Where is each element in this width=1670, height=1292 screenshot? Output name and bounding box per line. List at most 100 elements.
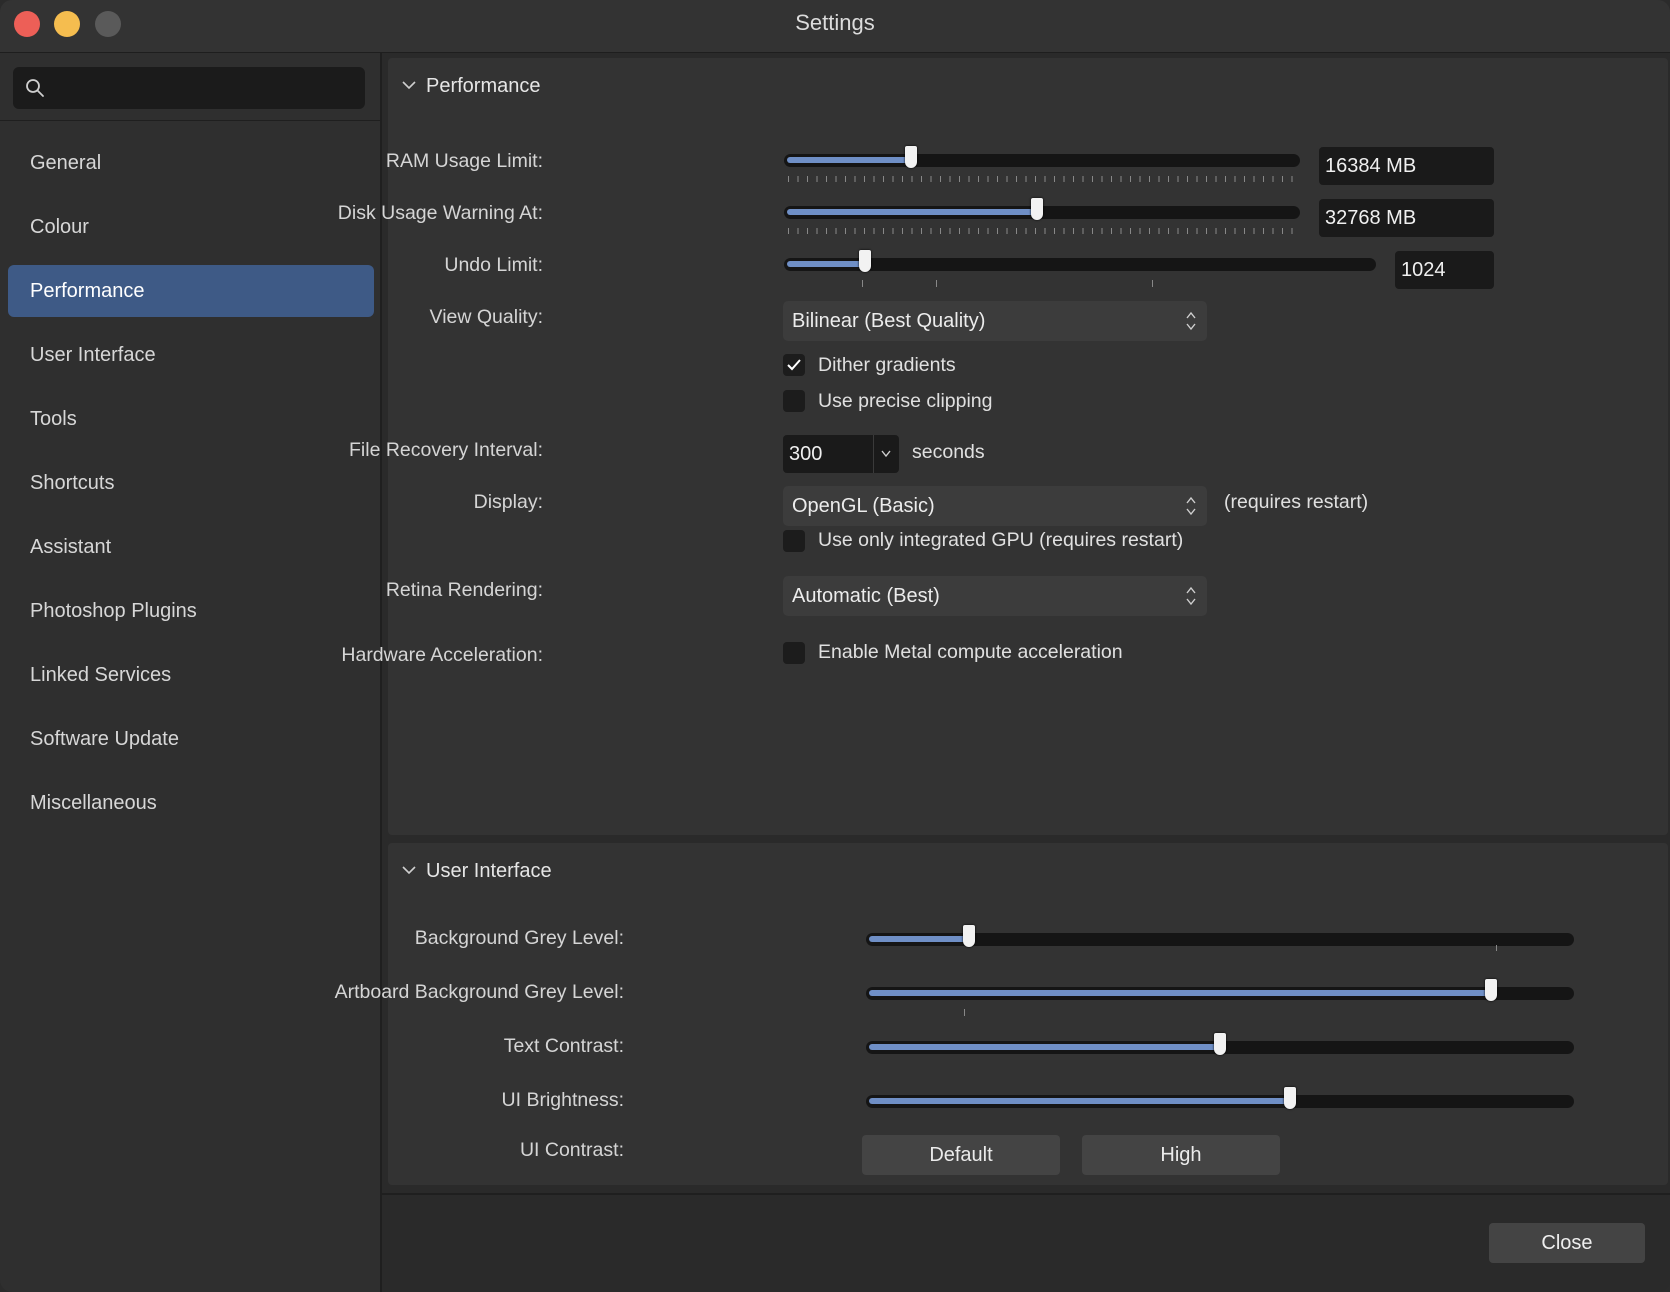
- slider-ticks: [788, 228, 1296, 234]
- slider-fill: [787, 157, 911, 163]
- sidebar-item-miscellaneous[interactable]: Miscellaneous: [8, 777, 374, 829]
- precise-clipping-checkbox[interactable]: [783, 390, 805, 412]
- performance-panel: Performance RAM Usage Limit: 16384 MB Di…: [338, 58, 1668, 835]
- sidebar-item-general[interactable]: General: [8, 137, 374, 189]
- ram-usage-label: RAM Usage Limit:: [385, 150, 543, 172]
- file-recovery-label: File Recovery Interval:: [349, 439, 543, 461]
- user-interface-section-header[interactable]: User Interface: [402, 856, 552, 886]
- up-down-arrows-icon: [1186, 311, 1196, 331]
- sidebar-item-shortcuts[interactable]: Shortcuts: [8, 457, 374, 509]
- text-contrast-slider[interactable]: [866, 1033, 1574, 1055]
- display-label: Display:: [473, 491, 543, 513]
- chevron-down-icon: [402, 81, 416, 89]
- display-restart-note: (requires restart): [1224, 491, 1369, 513]
- file-recovery-dropdown-button[interactable]: [873, 435, 898, 473]
- sidebar-item-software-update[interactable]: Software Update: [8, 713, 374, 765]
- slider-thumb[interactable]: [859, 250, 871, 272]
- retina-rendering-label: Retina Rendering:: [385, 579, 543, 601]
- slider-ticks: [788, 176, 1296, 182]
- sidebar-nav: General Colour Performance User Interfac…: [8, 137, 374, 841]
- checkmark-icon: [787, 359, 801, 371]
- slider-tick: [936, 280, 937, 287]
- artboard-grey-label: Artboard Background Grey Level:: [334, 981, 624, 1003]
- sidebar-item-assistant[interactable]: Assistant: [8, 521, 374, 573]
- chevron-down-icon: [402, 866, 416, 874]
- retina-rendering-value: Automatic (Best): [792, 585, 940, 607]
- slider-fill: [787, 261, 865, 267]
- file-recovery-value[interactable]: 300: [783, 435, 871, 473]
- metal-compute-checkbox[interactable]: [783, 642, 805, 664]
- background-grey-label: Background Grey Level:: [414, 927, 624, 949]
- slider-thumb[interactable]: [1485, 979, 1497, 1001]
- ui-contrast-label: UI Contrast:: [519, 1139, 624, 1161]
- sidebar-item-performance[interactable]: Performance: [8, 265, 374, 317]
- view-quality-value: Bilinear (Best Quality): [792, 310, 986, 332]
- undo-limit-slider[interactable]: [784, 250, 1376, 287]
- slider-fill: [787, 209, 1037, 215]
- close-button[interactable]: Close: [1489, 1223, 1645, 1263]
- sidebar-item-colour[interactable]: Colour: [8, 201, 374, 253]
- slider-tick: [862, 280, 863, 287]
- disk-warning-slider[interactable]: [784, 198, 1300, 234]
- ui-contrast-high-button[interactable]: High: [1082, 1135, 1280, 1175]
- slider-tick: [964, 1009, 965, 1016]
- user-interface-panel: User Interface Background Grey Level: Ar…: [335, 843, 1668, 1185]
- search-box[interactable]: [13, 67, 365, 109]
- display-value: OpenGL (Basic): [792, 495, 935, 517]
- sidebar-item-photoshop-plugins[interactable]: Photoshop Plugins: [8, 585, 374, 637]
- dither-gradients-checkbox[interactable]: [783, 354, 805, 376]
- sidebar-item-user-interface[interactable]: User Interface: [8, 329, 374, 381]
- file-recovery-unit: seconds: [912, 441, 985, 463]
- ram-usage-slider[interactable]: [784, 146, 1300, 182]
- slider-thumb[interactable]: [1284, 1087, 1296, 1109]
- background-grey-slider[interactable]: [866, 925, 1574, 951]
- search-input[interactable]: [57, 73, 357, 105]
- search-icon: [26, 79, 44, 97]
- view-quality-label: View Quality:: [429, 306, 543, 328]
- integrated-gpu-label: Use only integrated GPU (requires restar…: [818, 529, 1184, 551]
- up-down-arrows-icon: [1186, 496, 1196, 516]
- file-recovery-combo[interactable]: 300: [783, 435, 899, 473]
- performance-section-header[interactable]: Performance: [402, 71, 541, 101]
- slider-fill: [869, 1098, 1290, 1104]
- dither-gradients-label: Dither gradients: [818, 354, 956, 376]
- undo-limit-value[interactable]: 1024: [1395, 251, 1494, 289]
- sidebar-item-tools[interactable]: Tools: [8, 393, 374, 445]
- ui-brightness-slider[interactable]: [866, 1087, 1574, 1109]
- slider-tick: [1496, 945, 1497, 951]
- performance-section-title: Performance: [426, 75, 541, 97]
- main-content: Performance RAM Usage Limit: 16384 MB Di…: [335, 53, 1670, 1292]
- integrated-gpu-checkbox[interactable]: [783, 530, 805, 552]
- view-quality-select[interactable]: Bilinear (Best Quality): [783, 301, 1207, 341]
- disk-warning-label: Disk Usage Warning At:: [337, 202, 543, 224]
- ui-brightness-label: UI Brightness:: [501, 1089, 624, 1111]
- up-down-arrows-icon: [1186, 586, 1196, 606]
- slider-fill: [869, 1044, 1220, 1050]
- slider-thumb[interactable]: [1214, 1033, 1226, 1055]
- display-select[interactable]: OpenGL (Basic): [783, 486, 1207, 526]
- disk-warning-value[interactable]: 32768 MB: [1319, 199, 1494, 237]
- metal-compute-label: Enable Metal compute acceleration: [818, 641, 1123, 663]
- slider-fill: [869, 936, 969, 942]
- window-title: Settings: [795, 10, 875, 35]
- sidebar-divider: [0, 120, 380, 121]
- slider-thumb[interactable]: [963, 925, 975, 947]
- artboard-grey-slider[interactable]: [866, 979, 1574, 1016]
- retina-rendering-select[interactable]: Automatic (Best): [783, 576, 1207, 616]
- slider-thumb[interactable]: [905, 146, 917, 168]
- chevron-down-icon: [881, 450, 891, 458]
- user-interface-section-title: User Interface: [426, 860, 552, 882]
- slider-track: [784, 258, 1376, 271]
- hardware-acceleration-label: Hardware Acceleration:: [341, 644, 543, 666]
- precise-clipping-label: Use precise clipping: [818, 390, 993, 412]
- title-bar: Settings: [0, 0, 1670, 53]
- sidebar: General Colour Performance User Interfac…: [0, 53, 382, 1292]
- sidebar-item-linked-services[interactable]: Linked Services: [8, 649, 374, 701]
- ram-usage-value[interactable]: 16384 MB: [1319, 147, 1494, 185]
- slider-thumb[interactable]: [1031, 198, 1043, 220]
- ui-contrast-default-button[interactable]: Default: [862, 1135, 1060, 1175]
- slider-fill: [869, 990, 1491, 996]
- text-contrast-label: Text Contrast:: [503, 1035, 624, 1057]
- footer-divider: [382, 1193, 1670, 1195]
- slider-tick: [1152, 280, 1153, 287]
